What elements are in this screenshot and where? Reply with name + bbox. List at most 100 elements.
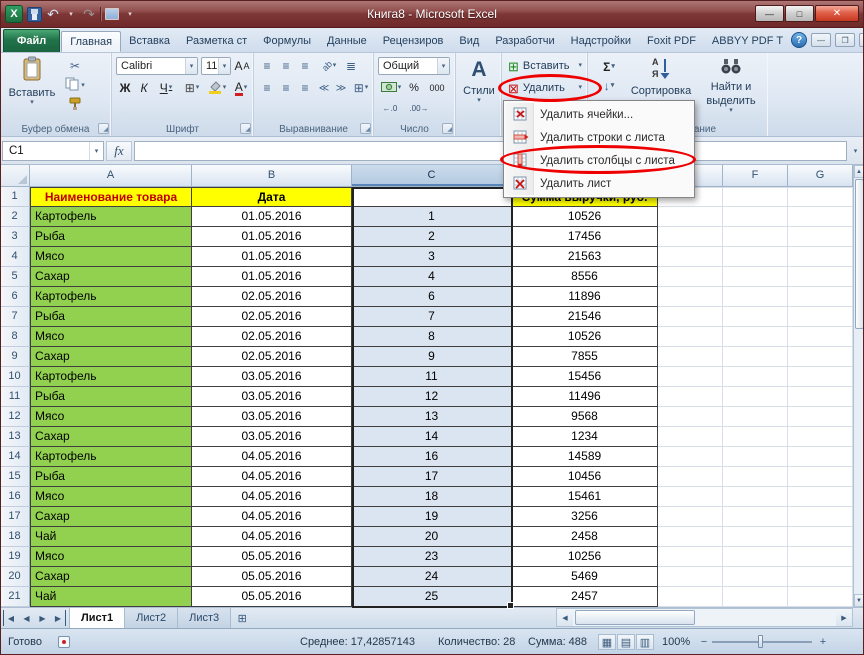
tab-разметка-ст[interactable]: Разметка ст [178,31,255,52]
row-header-2[interactable]: 2 [0,207,30,227]
merge-center-button[interactable]: ⊞▾ [350,79,372,97]
cell-F1[interactable] [723,187,788,207]
cell-F3[interactable] [723,227,788,247]
cell-G9[interactable] [788,347,853,367]
macro-record-button[interactable] [58,636,70,648]
cell-A8[interactable]: Мясо [30,327,192,347]
cell-B11[interactable]: 03.05.2016 [192,387,352,407]
cell-C17[interactable]: 19 [352,507,512,527]
align-left-button[interactable]: ≡ [258,79,276,97]
cell-D6[interactable]: 11896 [512,287,658,307]
cell-G6[interactable] [788,287,853,307]
copy-button[interactable]: ▾ [62,77,88,95]
borders-button[interactable]: ⊞▾ [180,79,204,97]
row-header-18[interactable]: 18 [0,527,30,547]
font-color-button[interactable]: А▾ [230,79,252,97]
cell-B20[interactable]: 05.05.2016 [192,567,352,587]
cell-F16[interactable] [723,487,788,507]
percent-button[interactable]: % [406,79,422,97]
cell-E5[interactable] [658,267,723,287]
cell-B1[interactable]: Дата [192,187,352,207]
cell-G8[interactable] [788,327,853,347]
insert-sheet-button[interactable]: ⊞ [230,612,254,625]
cell-B2[interactable]: 01.05.2016 [192,207,352,227]
tab-foxit-pdf[interactable]: Foxit PDF [639,31,704,52]
cell-G1[interactable] [788,187,853,207]
cell-F11[interactable] [723,387,788,407]
tab-главная[interactable]: Главная [61,31,121,52]
cell-B18[interactable]: 04.05.2016 [192,527,352,547]
scroll-left-button[interactable]: ◀ [557,609,573,626]
cell-A3[interactable]: Рыба [30,227,192,247]
redo-button[interactable]: ↷ [82,5,96,23]
table-button[interactable] [105,5,119,23]
scroll-up-button[interactable]: ▲ [854,165,864,178]
cell-D11[interactable]: 11496 [512,387,658,407]
cell-D7[interactable]: 21546 [512,307,658,327]
sheet-tab-лист3[interactable]: Лист3 [177,608,231,628]
cell-B13[interactable]: 03.05.2016 [192,427,352,447]
tab-файл[interactable]: Файл [3,29,60,52]
cell-G2[interactable] [788,207,853,227]
workbook-restore-button[interactable]: ❐ [835,33,855,47]
insert-function-button[interactable]: fx [106,141,132,161]
zoom-slider-thumb[interactable] [758,635,763,648]
sheet-tab-лист2[interactable]: Лист2 [124,608,178,628]
cell-A14[interactable]: Картофель [30,447,192,467]
cell-E8[interactable] [658,327,723,347]
cell-D19[interactable]: 10256 [512,547,658,567]
row-header-3[interactable]: 3 [0,227,30,247]
formula-bar-expand-button[interactable]: ▾ [849,147,862,155]
cell-D15[interactable]: 10456 [512,467,658,487]
cell-A6[interactable]: Картофель [30,287,192,307]
cell-G18[interactable] [788,527,853,547]
wrap-text-button[interactable]: ≣ [342,57,360,75]
cell-G12[interactable] [788,407,853,427]
undo-button[interactable]: ↶ [46,5,60,23]
cell-B15[interactable]: 04.05.2016 [192,467,352,487]
zoom-in-button[interactable]: + [816,634,830,649]
cell-A16[interactable]: Мясо [30,487,192,507]
align-top-button[interactable]: ≡ [258,57,276,75]
cell-C8[interactable]: 8 [352,327,512,347]
cell-F21[interactable] [723,587,788,607]
cell-B16[interactable]: 04.05.2016 [192,487,352,507]
row-header-10[interactable]: 10 [0,367,30,387]
workbook-minimize-button[interactable]: — [811,33,831,47]
menu-item-delete-columns[interactable]: Удалить столбцы с листа [506,149,692,172]
cell-C5[interactable]: 4 [352,267,512,287]
comma-style-button[interactable]: 000 [424,79,450,97]
bold-button[interactable]: Ж [116,79,134,97]
styles-button[interactable]: А Стили ▾ [459,56,499,132]
cell-A1[interactable]: Наименование товара [30,187,192,207]
cell-G3[interactable] [788,227,853,247]
cell-F12[interactable] [723,407,788,427]
cell-F5[interactable] [723,267,788,287]
cell-A7[interactable]: Рыба [30,307,192,327]
cell-F2[interactable] [723,207,788,227]
cell-G21[interactable] [788,587,853,607]
cell-E19[interactable] [658,547,723,567]
insert-cells-button[interactable]: ⊞ Вставить ▾ [505,56,585,76]
cell-D5[interactable]: 8556 [512,267,658,287]
column-header-C[interactable]: C [352,165,512,187]
paste-button[interactable]: Вставить ▾ [6,55,58,121]
cell-B21[interactable]: 05.05.2016 [192,587,352,607]
cell-B12[interactable]: 03.05.2016 [192,407,352,427]
align-bottom-button[interactable]: ≡ [296,57,314,75]
cell-D10[interactable]: 15456 [512,367,658,387]
qat-customize-button[interactable]: ▾ [123,5,137,23]
vertical-scroll-thumb[interactable] [855,179,864,329]
tab-надстройки[interactable]: Надстройки [563,31,639,52]
number-format-select[interactable]: Общий▾ [378,57,450,75]
tab-формулы[interactable]: Формулы [255,31,319,52]
cell-F13[interactable] [723,427,788,447]
cell-E20[interactable] [658,567,723,587]
row-header-20[interactable]: 20 [0,567,30,587]
row-header-8[interactable]: 8 [0,327,30,347]
column-header-G[interactable]: G [788,165,853,187]
first-sheet-button[interactable]: ◀ [3,610,18,626]
save-button[interactable] [27,5,42,23]
cell-D9[interactable]: 7855 [512,347,658,367]
cell-F10[interactable] [723,367,788,387]
